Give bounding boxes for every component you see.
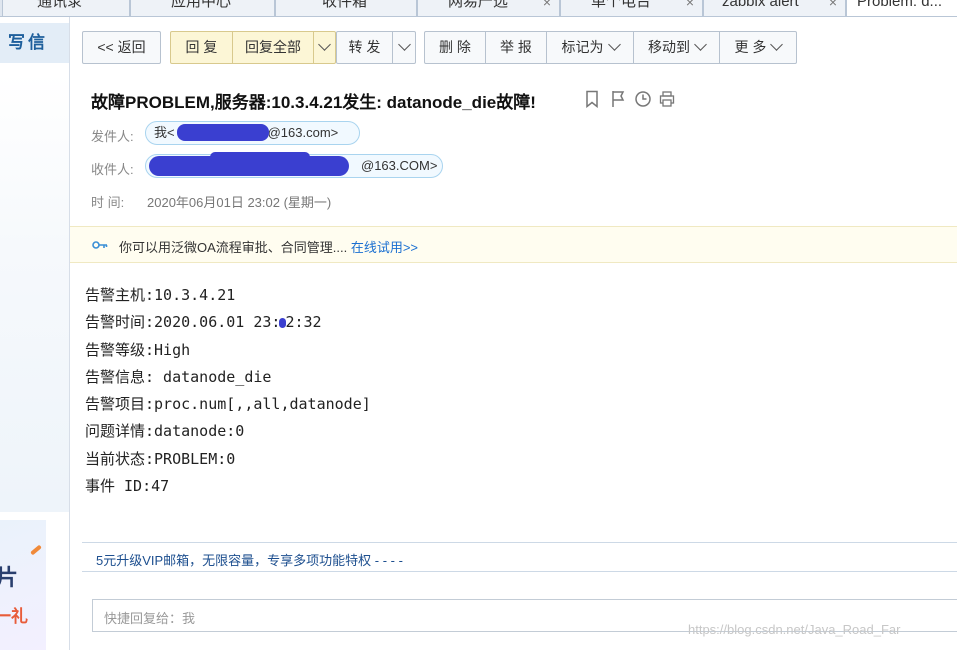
sidebar: 写信 片 一礼 bbox=[0, 17, 70, 650]
try-online-link[interactable]: 在线试用>> bbox=[351, 240, 418, 255]
vip-upgrade-link[interactable]: 5元升级VIP邮箱，无限容量，专享多项功能特权 - - - - bbox=[96, 550, 403, 569]
forward-button[interactable]: 转 发 bbox=[336, 31, 393, 64]
tab-app-center[interactable]: 应用中心 bbox=[130, 0, 275, 17]
ad-decoration bbox=[30, 544, 42, 556]
body-line-time: 告警时间:2020.06.01 23: 2:32 bbox=[85, 309, 371, 336]
reply-button[interactable]: 回 复 bbox=[170, 31, 233, 64]
mail-subject: 故障PROBLEM,服务器:10.3.4.21发生: datanode_die故… bbox=[91, 93, 536, 112]
vip-upgrade-banner: 5元升级VIP邮箱，无限容量，专享多项功能特权 - - - - bbox=[82, 542, 957, 572]
body-line-message: 告警信息: datanode_die bbox=[85, 367, 272, 386]
body-line-item: 告警项目:proc.num[,,all,datanode] bbox=[85, 395, 371, 414]
redaction-mark bbox=[210, 152, 310, 162]
close-icon[interactable]: × bbox=[686, 0, 694, 14]
time-suffix: 2:32 bbox=[285, 313, 322, 332]
sender-prefix: 我< bbox=[154, 125, 175, 140]
close-icon[interactable]: × bbox=[829, 0, 837, 14]
chevron-down-icon bbox=[770, 38, 784, 51]
mark-as-button[interactable]: 标记为 bbox=[546, 31, 634, 64]
reply-all-button[interactable]: 回复全部 bbox=[232, 31, 314, 64]
chevron-down-icon bbox=[607, 38, 621, 51]
sidebar-ad[interactable]: 片 一礼 bbox=[0, 520, 46, 650]
tab-label: 通讯录 bbox=[37, 0, 83, 10]
tab-problem[interactable]: Problem: d... bbox=[846, 0, 957, 17]
body-line-host: 告警主机:10.3.4.21 bbox=[85, 286, 236, 304]
from-label: 发件人: bbox=[91, 129, 134, 144]
notice-message: 你可以用泛微OA流程审批、合同管理.... bbox=[119, 240, 351, 255]
flag-icon[interactable] bbox=[610, 90, 626, 108]
tab-label: Problem: d... bbox=[857, 0, 943, 10]
tab-inbox[interactable]: 收件箱 bbox=[275, 0, 417, 17]
chevron-down-icon bbox=[397, 38, 411, 51]
to-label: 收件人: bbox=[91, 162, 134, 177]
clock-icon[interactable] bbox=[634, 90, 652, 108]
report-button[interactable]: 举 报 bbox=[485, 31, 547, 64]
watermark: https://blog.csdn.net/Java_Road_Far bbox=[688, 622, 901, 637]
tab-netease-yanxuan[interactable]: 网易严选 × bbox=[417, 0, 560, 17]
more-button[interactable]: 更 多 bbox=[719, 31, 797, 64]
chevron-down-icon bbox=[694, 38, 707, 51]
tab-label: 网易严选 bbox=[448, 0, 509, 10]
sender-domain: @163.com> bbox=[267, 125, 339, 140]
promo-notice-bar: 你可以用泛微OA流程审批、合同管理.... 在线试用>> bbox=[70, 226, 957, 263]
forward-dropdown[interactable] bbox=[392, 31, 416, 64]
top-tab-strip: 通讯录 应用中心 收件箱 网易严选 × 单个电台 × zabbix alert × P… bbox=[0, 0, 957, 17]
body-line-status: 当前状态:PROBLEM:0 bbox=[85, 449, 236, 468]
back-button[interactable]: << 返回 bbox=[82, 31, 161, 64]
sidebar-background bbox=[0, 72, 69, 512]
mail-body: 告警主机:10.3.4.21 告警时间:2020.06.01 23: 2:32 告… bbox=[85, 282, 371, 500]
compose-button[interactable]: 写信 bbox=[0, 23, 69, 63]
ad-text: 片 bbox=[0, 560, 18, 592]
key-icon bbox=[92, 241, 108, 249]
tab-label: zabbix alert bbox=[722, 0, 799, 10]
move-to-label: 移动到 bbox=[648, 39, 690, 55]
tab-contacts[interactable]: 通讯录 bbox=[2, 0, 130, 17]
delete-button[interactable]: 删 除 bbox=[424, 31, 486, 64]
move-to-button[interactable]: 移动到 bbox=[633, 31, 720, 64]
tab-zabbix-alert[interactable]: zabbix alert × bbox=[703, 0, 846, 17]
print-icon[interactable] bbox=[659, 90, 675, 108]
ad-text: 一礼 bbox=[0, 607, 28, 626]
time-label: 时 间: bbox=[91, 195, 125, 210]
tab-label: 应用中心 bbox=[171, 0, 232, 10]
recipient-domain: @163.COM> bbox=[361, 158, 438, 173]
chevron-down-icon bbox=[318, 38, 331, 51]
more-label: 更 多 bbox=[734, 39, 767, 55]
body-line-detail: 问题详情:datanode:0 bbox=[85, 422, 245, 441]
body-line-severity: 告警等级:High bbox=[85, 340, 191, 359]
time-prefix: 告警时间:2020.06.01 23: bbox=[85, 313, 281, 332]
tab-label: 单个电台 bbox=[591, 0, 652, 10]
tab-label: 收件箱 bbox=[322, 0, 368, 10]
tab-single-radio[interactable]: 单个电台 × bbox=[560, 0, 703, 17]
sent-time: 2020年06月01日 23:02 (星期一) bbox=[147, 195, 332, 210]
body-line-event-id: 事件 ID:47 bbox=[85, 477, 170, 496]
reply-dropdown[interactable] bbox=[313, 31, 336, 64]
notice-text: 你可以用泛微OA流程审批、合同管理.... 在线试用>> bbox=[119, 237, 418, 256]
bookmark-icon[interactable] bbox=[584, 90, 600, 108]
close-icon[interactable]: × bbox=[543, 0, 551, 14]
mark-as-label: 标记为 bbox=[561, 39, 604, 55]
redaction-mark bbox=[177, 124, 269, 141]
quick-reply-placeholder: 快捷回复给：我 bbox=[104, 611, 196, 626]
